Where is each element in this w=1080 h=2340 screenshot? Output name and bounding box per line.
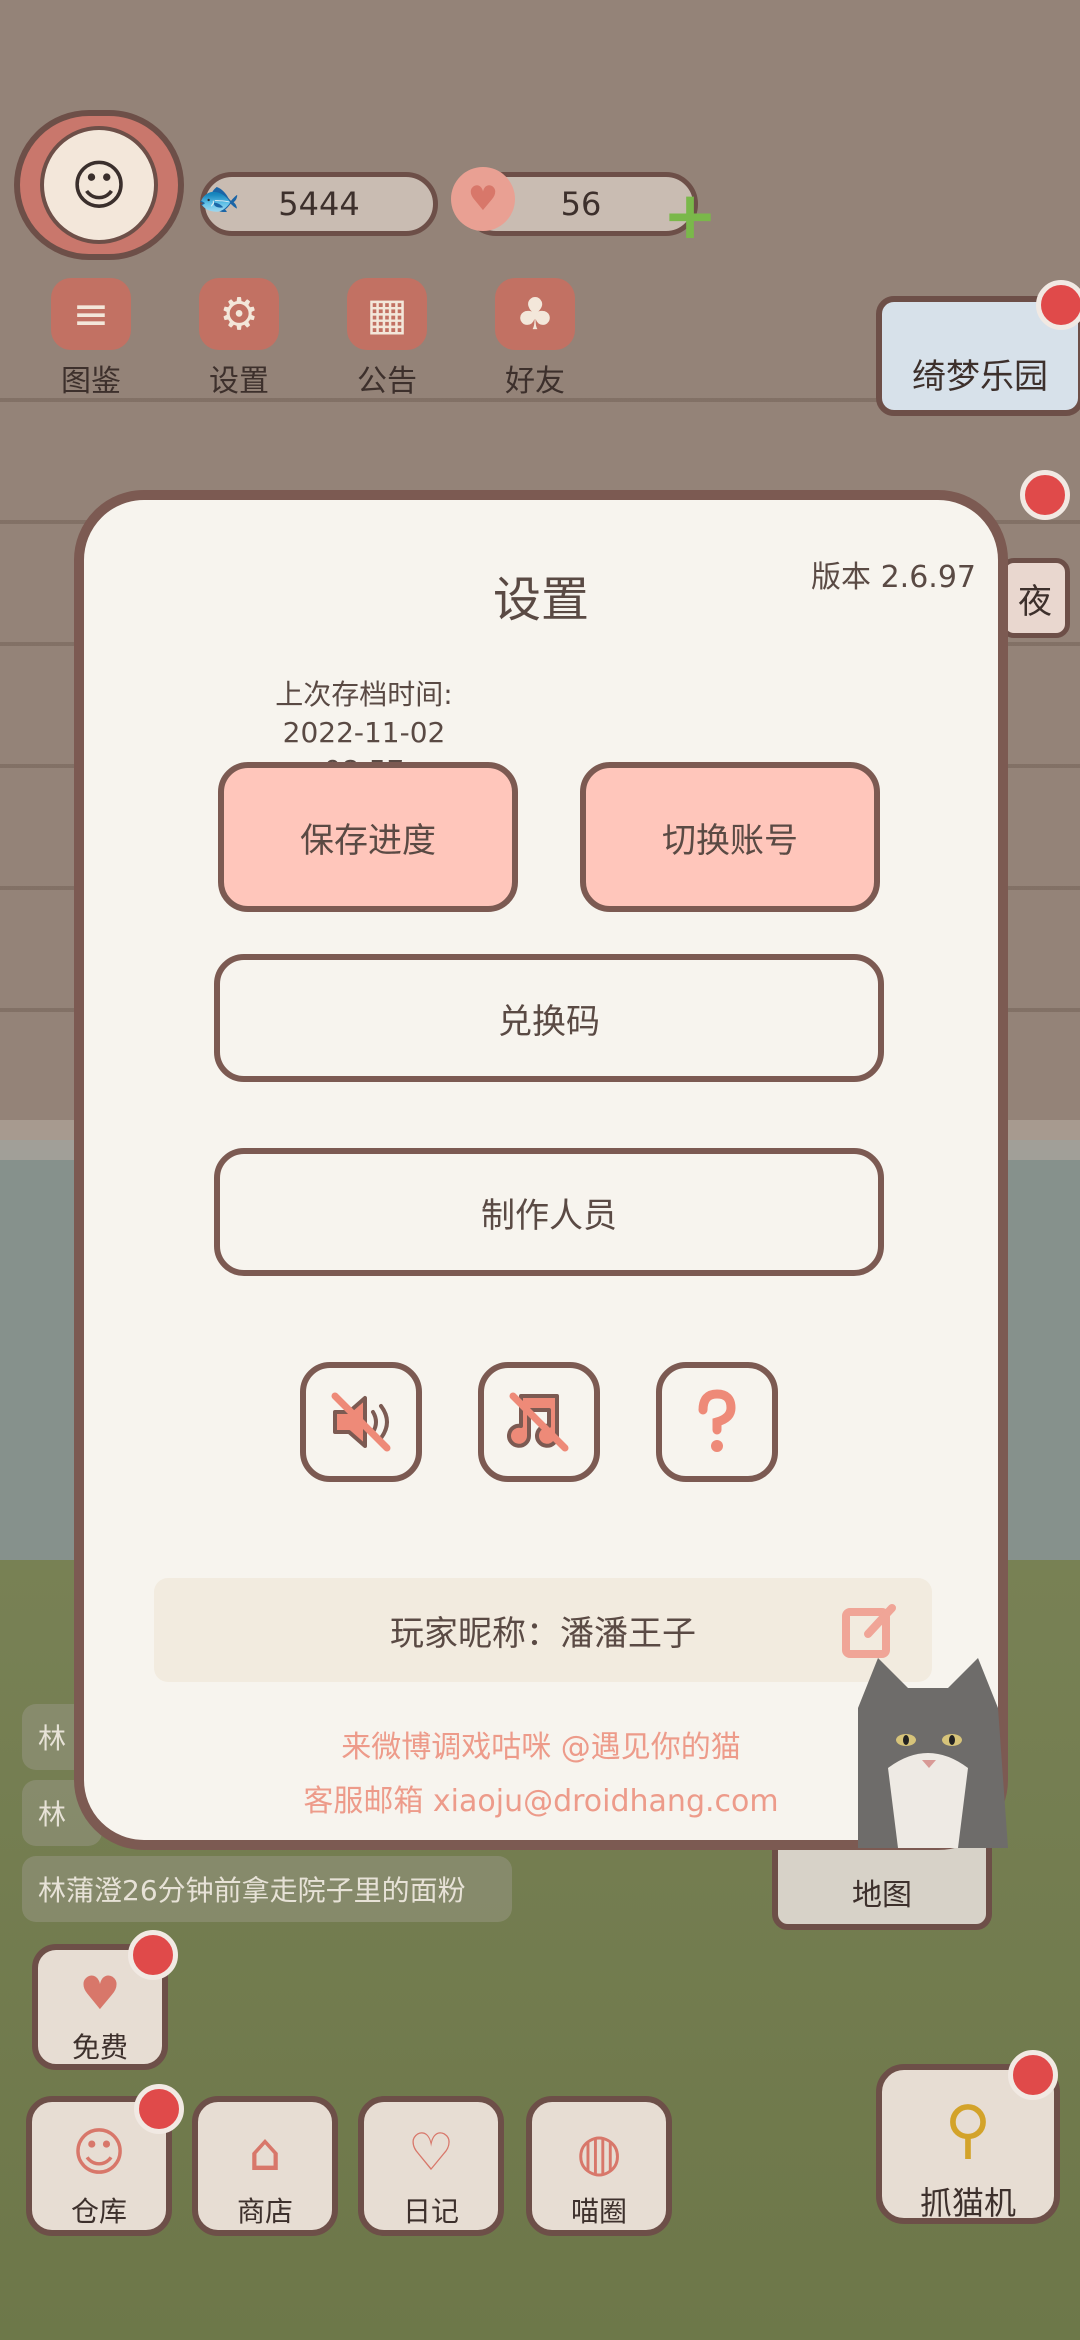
player-avatar[interactable]: ☺ <box>14 110 184 260</box>
sound-muted-icon <box>331 1392 391 1452</box>
music-muted-icon <box>507 1392 569 1452</box>
shop-label: 商店 <box>236 2195 293 2228</box>
avatar-face-icon: ☺ <box>40 126 158 244</box>
redeem-code-button[interactable]: 兑换码 <box>214 954 884 1082</box>
diary-button[interactable]: ♡ 日记 <box>358 2096 504 2236</box>
music-toggle-button[interactable] <box>478 1362 600 1482</box>
top-button-notice[interactable]: ▦ 公告 <box>332 278 442 400</box>
warehouse-label: 仓库 <box>70 2195 127 2228</box>
feed-text: 林 <box>38 1798 67 1831</box>
notification-dot <box>128 1930 178 1980</box>
nickname-field[interactable]: 玩家昵称：潘潘王子 <box>154 1578 932 1682</box>
gem-amount: 56 <box>560 185 602 223</box>
notification-dot <box>1008 2050 1058 2100</box>
sound-toggle-button[interactable] <box>300 1362 422 1482</box>
feed-item: 林蒲澄26分钟前拿走院子里的面粉 <box>22 1856 512 1922</box>
credits-label: 制作人员 <box>481 1195 617 1236</box>
cat-circle-label: 喵圈 <box>570 2195 627 2228</box>
add-gems-button[interactable]: + <box>662 183 718 249</box>
help-button[interactable] <box>656 1362 778 1482</box>
shop-icon: ⌂ <box>248 2123 282 2183</box>
cat-book-icon: ≡ <box>51 278 131 350</box>
top-button-label: 图鉴 <box>61 364 121 399</box>
top-button-catalog[interactable]: ≡ 图鉴 <box>36 278 146 400</box>
notification-dot <box>1036 280 1080 330</box>
free-label: 免费 <box>71 2031 128 2064</box>
notification-dot <box>134 2084 184 2134</box>
version-label: 版本 2.6.97 <box>811 560 976 595</box>
gear-icon: ⚙ <box>199 278 279 350</box>
claw-label: 抓猫机 <box>919 2184 1016 2222</box>
coin-counter[interactable]: 🐟 5444 <box>198 172 438 236</box>
top-button-friends[interactable]: ♣ 好友 <box>480 278 590 400</box>
switch-account-label: 切换账号 <box>662 820 798 861</box>
night-mode-button[interactable]: 夜 <box>1000 558 1070 638</box>
cat-planet-icon: ◍ <box>576 2123 622 2183</box>
question-mark-icon <box>698 1389 736 1452</box>
switch-account-button[interactable]: 切换账号 <box>580 762 880 912</box>
heart-gem-icon: ♥ <box>451 167 515 231</box>
save-progress-button[interactable]: 保存进度 <box>218 762 518 912</box>
diary-label: 日记 <box>402 2195 459 2228</box>
map-label: 地图 <box>852 1878 912 1913</box>
redeem-code-label: 兑换码 <box>498 1001 600 1042</box>
top-button-label: 设置 <box>209 364 269 399</box>
settings-dialog: 设置 版本 2.6.97 上次存档时间: 2022-11-02 08:57 保存… <box>74 490 1008 1850</box>
save-progress-label: 保存进度 <box>300 820 436 861</box>
top-button-settings[interactable]: ⚙ 设置 <box>184 278 294 400</box>
feed-text: 林 <box>38 1722 67 1755</box>
gift-icon: ▦ <box>347 278 427 350</box>
coin-amount: 5444 <box>278 185 360 223</box>
notification-dot <box>1020 470 1070 520</box>
top-button-label: 好友 <box>505 364 565 399</box>
top-button-label: 公告 <box>357 364 417 399</box>
feed-text: 林蒲澄26分钟前拿走院子里的面粉 <box>38 1874 466 1907</box>
last-save-label: 上次存档时间: <box>275 678 453 711</box>
nickname-label: 玩家昵称：潘潘王子 <box>390 1613 696 1654</box>
cat-circle-button[interactable]: ◍ 喵圈 <box>526 2096 672 2236</box>
night-label: 夜 <box>1018 581 1052 622</box>
credits-button[interactable]: 制作人员 <box>214 1148 884 1276</box>
cat-photo-icon <box>858 1658 1008 1848</box>
friends-icon: ♣ <box>495 278 575 350</box>
fish-coin-icon: 🐟 <box>197 179 241 219</box>
park-sign-label: 绮梦乐园 <box>912 357 1048 397</box>
diary-icon: ♡ <box>407 2123 455 2183</box>
shop-button[interactable]: ⌂ 商店 <box>192 2096 338 2236</box>
